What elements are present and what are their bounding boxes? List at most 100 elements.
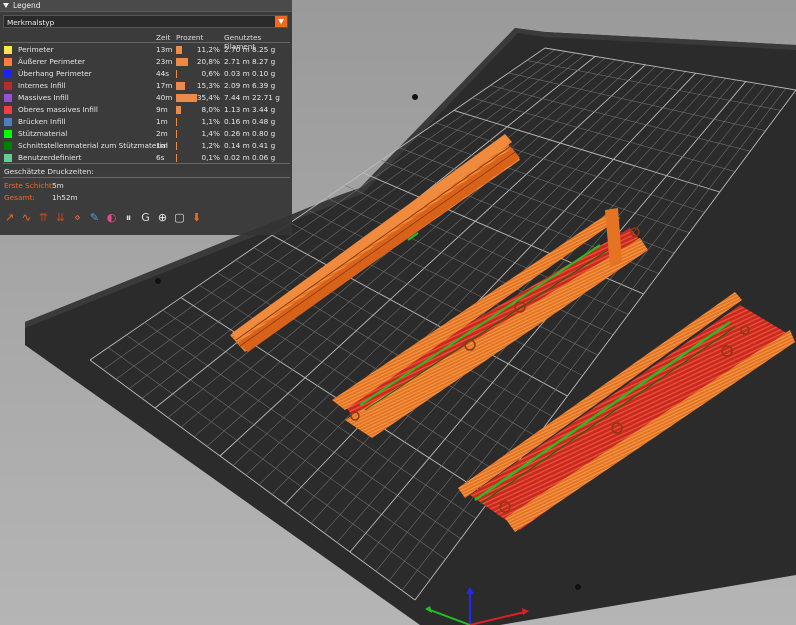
- feature-percent: 1,2%: [201, 141, 220, 150]
- color-swatch: [4, 130, 12, 138]
- feature-grams: 22.71 g: [252, 93, 280, 102]
- color-swatch: [4, 118, 12, 126]
- tool-changes-icon[interactable]: ✎: [87, 210, 102, 225]
- legend-row[interactable]: Stützmaterial 2m 1,4% 0.26 m 0.80 g: [4, 128, 290, 140]
- feature-name: Internes Infill: [18, 81, 66, 90]
- travel-icon[interactable]: ↗: [2, 210, 17, 225]
- first-layer-value: 5m: [52, 181, 64, 190]
- total-value: 1h52m: [52, 193, 78, 202]
- feature-grams: 3.44 g: [252, 105, 276, 114]
- retractions-icon[interactable]: ⇈: [36, 210, 51, 225]
- tool-marker-icon[interactable]: ⬇: [189, 210, 204, 225]
- legend-title: Legend: [13, 1, 41, 10]
- column-header-time: Zeit: [156, 33, 171, 42]
- divider: [3, 163, 290, 164]
- feature-meters: 2.70 m: [224, 45, 250, 54]
- feature-percent: 8,0%: [201, 105, 220, 114]
- center-of-gravity-icon[interactable]: ⊕: [155, 210, 170, 225]
- bed-screw-hole: [575, 584, 581, 590]
- color-swatch: [4, 142, 12, 150]
- feature-time: 1m: [156, 117, 168, 126]
- color-swatch: [4, 70, 12, 78]
- percent-bar: [176, 154, 177, 162]
- legend-options-toolbar: ↗ ∿ ⇈ ⇊ ⋄ ✎ ◐ ⏸ G ⊕ ▢ ⬇: [2, 210, 204, 228]
- legend-panel: Legend Merkmalstyp Zeit Prozent Genutzte…: [0, 0, 292, 235]
- feature-name: Stützmaterial: [18, 129, 68, 138]
- legend-row[interactable]: Äußerer Perimeter 23m 20,8% 2.71 m 8.27 g: [4, 56, 290, 68]
- chevron-down-icon[interactable]: [275, 16, 287, 27]
- divider: [3, 177, 290, 178]
- feature-meters: 7.44 m: [224, 93, 250, 102]
- total-label: Gesamt:: [4, 193, 35, 202]
- feature-percent: 0,6%: [201, 69, 220, 78]
- color-swatch: [4, 58, 12, 66]
- legend-row[interactable]: Brücken Infill 1m 1,1% 0.16 m 0.48 g: [4, 116, 290, 128]
- feature-name: Überhang Perimeter: [18, 69, 92, 78]
- feature-percent: 1,1%: [201, 117, 220, 126]
- feature-percent: 35,4%: [196, 93, 220, 102]
- percent-bar: [176, 142, 177, 150]
- color-swatch: [4, 46, 12, 54]
- view-type-dropdown[interactable]: Merkmalstyp: [3, 15, 288, 28]
- legend-row[interactable]: Oberes massives Infill 9m 8,0% 1.13 m 3.44 g: [4, 104, 290, 116]
- shells-icon[interactable]: ▢: [172, 210, 187, 225]
- legend-row[interactable]: Perimeter 13m 11,2% 2.70 m 8.25 g: [4, 44, 290, 56]
- wipe-icon[interactable]: ∿: [19, 210, 34, 225]
- legend-row[interactable]: Internes Infill 17m 15,3% 2.09 m 6.39 g: [4, 80, 290, 92]
- feature-grams: 0.48 g: [252, 117, 276, 126]
- legend-row[interactable]: Massives Infill 40m 35,4% 7.44 m 22.71 g: [4, 92, 290, 104]
- feature-name: Oberes massives Infill: [18, 105, 98, 114]
- bed-screw-hole: [412, 94, 418, 100]
- color-swatch: [4, 94, 12, 102]
- feature-meters: 0.14 m: [224, 141, 250, 150]
- legend-header[interactable]: Legend: [0, 0, 292, 12]
- collapse-arrow-icon[interactable]: [3, 3, 9, 8]
- feature-percent: 20,8%: [196, 57, 220, 66]
- pause-prints-icon[interactable]: ⏸: [121, 210, 136, 225]
- feature-time: 9m: [156, 105, 168, 114]
- first-layer-label: Erste Schicht:: [4, 181, 55, 190]
- total-row: Gesamt: 1h52m: [4, 193, 78, 202]
- feature-meters: 0.03 m: [224, 69, 250, 78]
- feature-meters: 2.09 m: [224, 81, 250, 90]
- feature-grams: 6.39 g: [252, 81, 276, 90]
- bed-screw-hole: [155, 278, 161, 284]
- feature-meters: 1.13 m: [224, 105, 250, 114]
- feature-time: 23m: [156, 57, 173, 66]
- legend-row[interactable]: Schnittstellenmaterial zum Stützmaterial…: [4, 140, 290, 152]
- percent-bar: [176, 70, 177, 78]
- feature-percent: 11,2%: [196, 45, 220, 54]
- feature-percent: 15,3%: [196, 81, 220, 90]
- custom-gcodes-icon[interactable]: G: [138, 210, 153, 225]
- percent-bar: [176, 118, 177, 126]
- feature-percent: 1,4%: [201, 129, 220, 138]
- feature-grams: 0.80 g: [252, 129, 276, 138]
- feature-meters: 0.26 m: [224, 129, 250, 138]
- feature-name: Schnittstellenmaterial zum Stützmaterial: [18, 141, 168, 150]
- percent-bar: [176, 46, 183, 54]
- color-swatch: [4, 154, 12, 162]
- feature-name: Massives Infill: [18, 93, 69, 102]
- seams-icon[interactable]: ⋄: [70, 210, 85, 225]
- feature-time: 2m: [156, 129, 168, 138]
- feature-time: 44s: [156, 69, 170, 78]
- view-type-value: Merkmalstyp: [7, 18, 55, 27]
- feature-grams: 0.41 g: [252, 141, 276, 150]
- percent-bar: [176, 106, 181, 114]
- feature-meters: 2.71 m: [224, 57, 250, 66]
- feature-name: Perimeter: [18, 45, 54, 54]
- feature-time: 13m: [156, 45, 173, 54]
- feature-grams: 0.10 g: [252, 69, 276, 78]
- color-swatch: [4, 106, 12, 114]
- color-swatch: [4, 82, 12, 90]
- feature-time: 17m: [156, 81, 173, 90]
- divider: [3, 42, 290, 43]
- feature-meters: 0.16 m: [224, 117, 250, 126]
- feature-name: Äußerer Perimeter: [18, 57, 85, 66]
- feature-grams: 8.25 g: [252, 45, 276, 54]
- deretractions-icon[interactable]: ⇊: [53, 210, 68, 225]
- feature-grams: 8.27 g: [252, 57, 276, 66]
- color-changes-icon[interactable]: ◐: [104, 210, 119, 225]
- legend-row[interactable]: Überhang Perimeter 44s 0,6% 0.03 m 0.10 g: [4, 68, 290, 80]
- estimated-times-title: Geschätzte Druckzeiten:: [4, 167, 94, 176]
